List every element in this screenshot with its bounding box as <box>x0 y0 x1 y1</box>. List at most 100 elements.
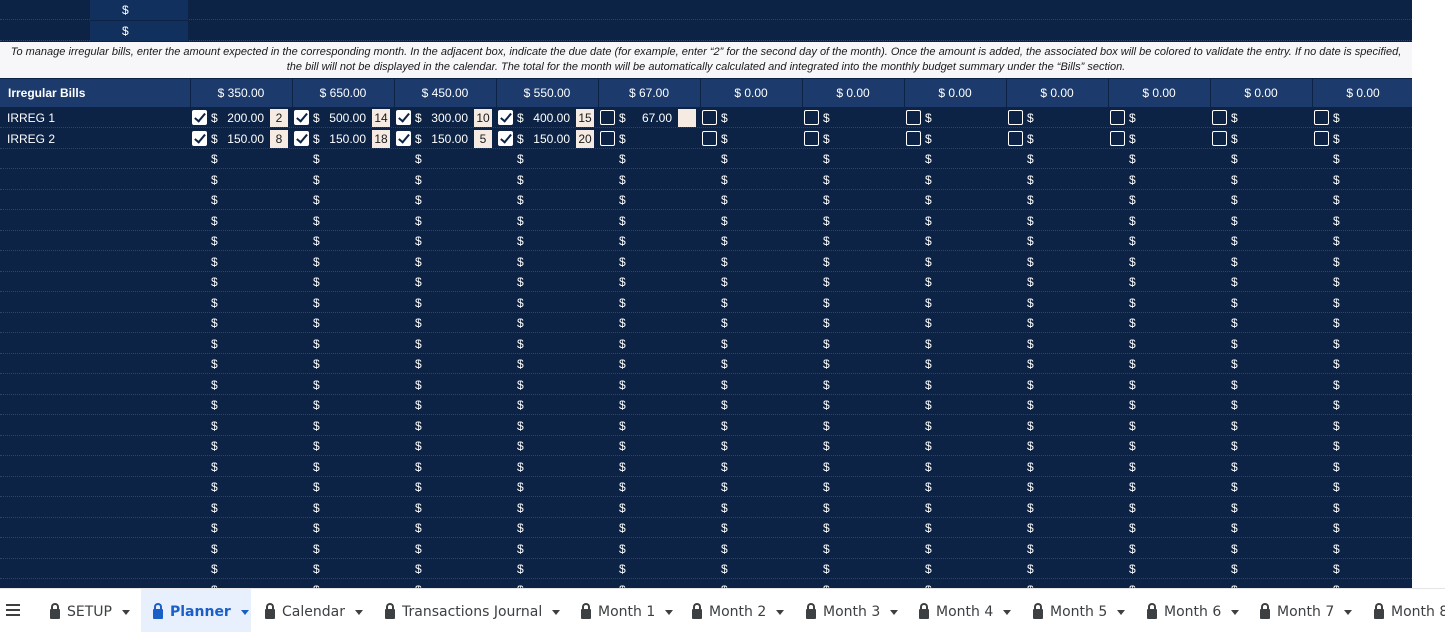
checkbox[interactable] <box>804 130 819 146</box>
month-cell: $ <box>292 457 394 477</box>
checked-checkbox[interactable] <box>498 110 513 125</box>
checkbox[interactable] <box>906 130 921 146</box>
month-cell: $ <box>292 477 394 497</box>
tab-menu-arrow-icon[interactable] <box>776 609 785 615</box>
currency-symbol: $ <box>313 336 320 351</box>
bill-amount[interactable]: 400.00 <box>530 111 570 125</box>
checkbox[interactable] <box>804 110 819 125</box>
sheet-tab[interactable]: Month 7 <box>1260 599 1353 625</box>
due-day-box[interactable]: 2 <box>270 109 288 127</box>
due-day-box[interactable]: 14 <box>372 109 390 127</box>
due-day-box[interactable]: 8 <box>270 129 288 148</box>
currency-cell[interactable]: $ <box>122 24 129 38</box>
bill-amount[interactable]: 150.00 <box>224 132 264 146</box>
tab-menu-arrow-icon[interactable] <box>1231 609 1240 615</box>
checked-checkbox[interactable] <box>294 130 309 146</box>
due-day-box[interactable]: 18 <box>372 129 390 148</box>
due-day-box[interactable]: 5 <box>474 129 492 148</box>
month-cell: $ <box>496 477 598 497</box>
checkbox[interactable] <box>702 110 717 125</box>
month-total: $ 0.00 <box>734 86 768 100</box>
sheet-tab[interactable]: Transactions Journal <box>385 599 561 625</box>
bill-amount[interactable]: 500.00 <box>326 111 366 125</box>
tab-menu-arrow-icon[interactable] <box>665 609 674 615</box>
bill-amount[interactable]: 150.00 <box>530 132 570 146</box>
tab-menu-arrow-icon[interactable] <box>121 609 130 615</box>
sheet-tab[interactable]: Month 6 <box>1147 599 1240 625</box>
sheet-tab[interactable]: Month 2 <box>692 599 785 625</box>
tab-menu-arrow-icon[interactable] <box>240 609 249 615</box>
currency-symbol: $ <box>313 254 320 269</box>
currency-symbol: $ <box>1129 213 1136 228</box>
checked-checkbox[interactable] <box>396 110 411 125</box>
sheet-tab[interactable]: Planner <box>153 599 249 625</box>
currency-symbol: $ <box>211 541 218 556</box>
currency-symbol: $ <box>1129 398 1136 412</box>
currency-symbol: $ <box>619 234 626 248</box>
tab-menu-arrow-icon[interactable] <box>890 609 899 615</box>
tab-menu-arrow-icon[interactable] <box>552 609 561 615</box>
tab-menu-arrow-icon[interactable] <box>1117 609 1126 615</box>
month-cell: $ <box>1108 580 1210 589</box>
checkbox[interactable] <box>906 110 921 125</box>
currency-symbol: $ <box>517 131 524 146</box>
month-cell: $ <box>904 129 1006 149</box>
tab-menu-arrow-icon[interactable] <box>1344 609 1353 615</box>
sheet-tab[interactable]: Month 5 <box>1033 599 1126 625</box>
month-cell: $ <box>700 416 802 436</box>
checked-checkbox[interactable] <box>498 130 513 146</box>
sheet-tab[interactable]: Month 8 <box>1374 599 1445 625</box>
all-sheets-menu-icon[interactable] <box>6 604 20 616</box>
bill-amount[interactable]: 67.00 <box>632 111 672 125</box>
checkbox[interactable] <box>1008 110 1023 125</box>
checkbox[interactable] <box>1212 130 1227 146</box>
bill-amount[interactable]: 300.00 <box>428 111 468 125</box>
currency-symbol: $ <box>211 418 218 433</box>
sheet-tab[interactable]: Calendar <box>265 599 363 625</box>
currency-symbol: $ <box>823 398 830 412</box>
month-cell: $ <box>1210 395 1312 415</box>
bill-name[interactable]: IRREG 1 <box>7 111 55 125</box>
currency-cell[interactable]: $ <box>122 3 129 17</box>
sheet-tab[interactable]: Month 4 <box>919 599 1012 625</box>
due-day-box[interactable]: 20 <box>576 129 594 148</box>
checked-checkbox[interactable] <box>192 110 207 125</box>
checkbox[interactable] <box>1008 130 1023 146</box>
checkbox[interactable] <box>1314 110 1329 125</box>
bill-amount[interactable]: 150.00 <box>326 132 366 146</box>
currency-symbol: $ <box>619 521 626 535</box>
sheet-tab[interactable]: SETUP <box>50 599 130 625</box>
tab-menu-arrow-icon[interactable] <box>1003 609 1012 615</box>
currency-symbol: $ <box>1231 152 1238 166</box>
bill-amount[interactable]: 150.00 <box>428 132 468 146</box>
currency-symbol: $ <box>415 316 422 330</box>
bill-name[interactable]: IRREG 2 <box>7 132 55 146</box>
due-day-box[interactable]: 10 <box>474 109 492 127</box>
sheet-tab-bar: SETUP Planner Calendar Transactions Journal… <box>0 588 1445 632</box>
bill-amount[interactable]: 200.00 <box>224 111 264 125</box>
checkbox[interactable] <box>1110 110 1125 125</box>
month-cell: $ <box>1006 252 1108 272</box>
currency-symbol: $ <box>211 172 218 187</box>
checkbox[interactable] <box>1110 130 1125 146</box>
currency-symbol: $ <box>1129 152 1136 166</box>
checked-checkbox[interactable] <box>396 130 411 146</box>
checkbox[interactable] <box>702 130 717 146</box>
currency-symbol: $ <box>211 111 218 125</box>
checkbox[interactable] <box>1314 130 1329 146</box>
checked-checkbox[interactable] <box>294 110 309 125</box>
month-cell: $ <box>1210 252 1312 272</box>
sheet-tab[interactable]: Month 3 <box>806 599 899 625</box>
tab-menu-arrow-icon[interactable] <box>354 609 363 615</box>
due-day-box[interactable]: 15 <box>576 109 594 127</box>
sheet-tab[interactable]: Month 1 <box>581 599 674 625</box>
month-cell: $ <box>1210 498 1312 518</box>
month-cell: $ <box>292 149 394 169</box>
due-day-box[interactable] <box>678 109 696 127</box>
currency-symbol: $ <box>721 234 728 248</box>
checkbox[interactable] <box>600 110 615 125</box>
checked-checkbox[interactable] <box>192 130 207 146</box>
month-cell: $ <box>394 231 496 251</box>
checkbox[interactable] <box>600 130 615 146</box>
checkbox[interactable] <box>1212 110 1227 125</box>
